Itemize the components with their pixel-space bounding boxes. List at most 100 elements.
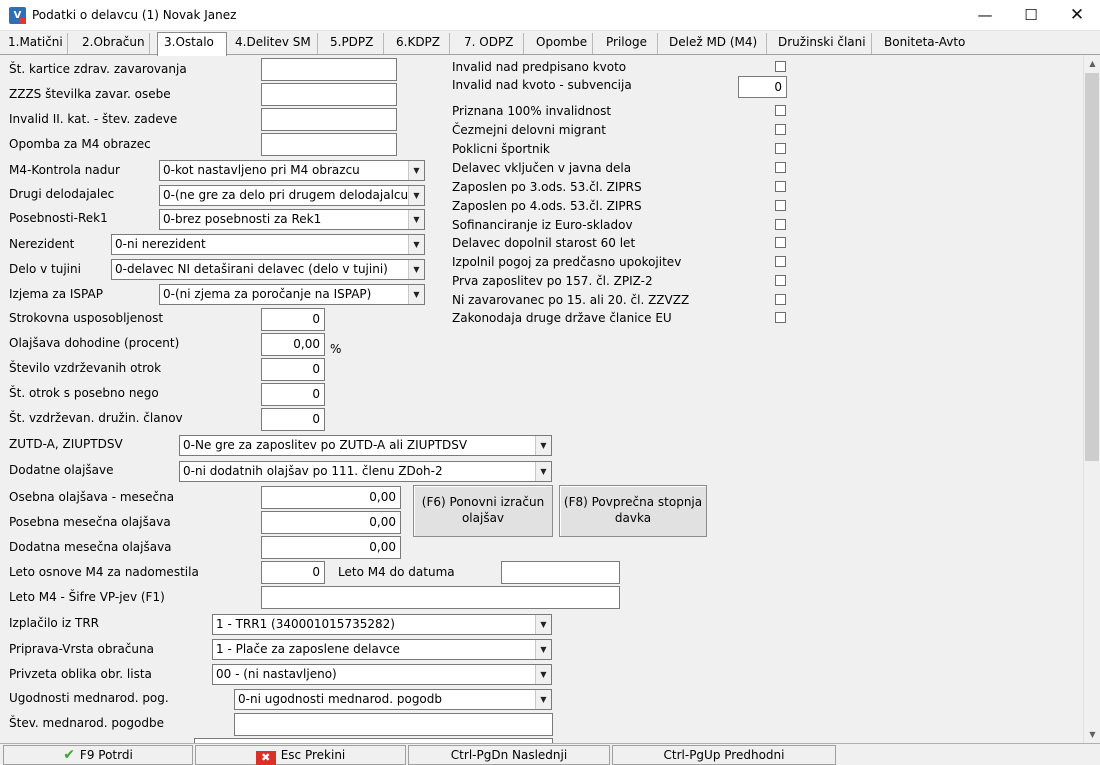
m4-kontrola-select[interactable]: 0-kot nastavljeno pri M4 obrazcu ▼ (159, 160, 425, 181)
tab-opombe[interactable]: Opombe (530, 33, 593, 54)
delo-tujini-select[interactable]: 0-delavec NI detaširani delavec (delo v … (111, 259, 425, 280)
chevron-down-icon[interactable]: ▼ (535, 690, 551, 709)
checkbox-euro-skladi[interactable] (775, 219, 786, 230)
chevron-down-icon[interactable]: ▼ (535, 462, 551, 481)
chevron-down-icon[interactable]: ▼ (535, 436, 551, 455)
druzinski-clani-field[interactable]: 0 (261, 408, 325, 431)
leto-m4-datum-field[interactable] (501, 561, 620, 584)
recalculate-button-line2: olajšav (461, 511, 505, 525)
zutd-value: 0-Ne gre za zaposlitev po ZUTD-A ali ZIU… (183, 438, 468, 452)
tab-maticni[interactable]: 1.Matični (2, 33, 68, 54)
leto-osnove-m4-field[interactable]: 0 (261, 561, 325, 584)
invalid-zadeva-field[interactable] (261, 108, 397, 131)
scrollbar-thumb[interactable] (1085, 73, 1099, 461)
kartica-zzzs-field[interactable] (261, 58, 397, 81)
chevron-down-icon[interactable]: ▼ (535, 665, 551, 684)
drugi-delodajalec-select[interactable]: 0-(ne gre za delo pri drugem delodajalcu… (159, 185, 425, 206)
confirm-button-label: F9 Potrdi (79, 748, 133, 762)
posebna-olajsava-field[interactable]: 0,00 (261, 511, 401, 534)
subvencija-field[interactable]: 0 (738, 76, 787, 98)
form-content: Št. kartice zdrav. zavarovanja ZZZS štev… (0, 55, 1083, 743)
tab-delez-md[interactable]: Delež MD (M4) (663, 33, 767, 54)
otroci-nega-field[interactable]: 0 (261, 383, 325, 406)
checkbox-cezmejni-migrant[interactable] (775, 124, 786, 135)
checkbox-ziprs-4[interactable] (775, 200, 786, 211)
strokovna-field[interactable]: 0 (261, 308, 325, 331)
tab-boniteta-avto[interactable]: Boniteta-Avto (878, 33, 978, 54)
chevron-down-icon[interactable]: ▼ (408, 186, 424, 205)
zutd-select[interactable]: 0-Ne gre za zaposlitev po ZUTD-A ali ZIU… (179, 435, 552, 456)
priprava-vrsta-value: 1 - Plače za zaposlene delavce (216, 642, 400, 656)
label-cb-9: Prva zaposlitev po 157. čl. ZPIZ-2 (452, 274, 653, 288)
privzeta-oblika-select[interactable]: 00 - (ni nastavljeno) ▼ (212, 664, 552, 685)
nerezident-select[interactable]: 0-ni nerezident ▼ (111, 234, 425, 255)
dodatne-olajsave-value: 0-ni dodatnih olajšav po 111. členu ZDoh… (183, 464, 443, 478)
zzzs-stevilka-field[interactable] (261, 83, 397, 106)
label-opomba-m4: Opomba za M4 obrazec (9, 137, 151, 151)
close-icon[interactable]: ✕ (1054, 0, 1100, 31)
privzeta-oblika-value: 00 - (ni nastavljeno) (216, 667, 337, 681)
chevron-down-icon[interactable]: ▼ (535, 640, 551, 659)
checkbox-ziprs-3[interactable] (775, 181, 786, 192)
izplacilo-trr-value: 1 - TRR1 (340001015735282) (216, 617, 395, 631)
opomba-m4-field[interactable] (261, 133, 397, 156)
confirm-button[interactable]: ✔ F9 Potrdi (3, 745, 193, 765)
tab-druzinski-clani[interactable]: Družinski člani (772, 33, 872, 54)
chevron-down-icon[interactable]: ▼ (408, 260, 424, 279)
label-cb-10: Ni zavarovanec po 15. ali 20. čl. ZZVZZ (452, 293, 690, 307)
cancel-button[interactable]: ✖ Esc Prekini (195, 745, 406, 765)
average-tax-rate-button[interactable]: (F8) Povprečna stopnja davka (559, 485, 707, 537)
chevron-down-icon[interactable]: ▼ (408, 285, 424, 304)
izjema-ispap-select[interactable]: 0-(ni zjema za poročanje na ISPAP) ▼ (159, 284, 425, 305)
checkbox-poklicni-sportnik[interactable] (775, 143, 786, 154)
tab-kdpz[interactable]: 6.KDPZ (390, 33, 450, 54)
tab-delitev-sm[interactable]: 4.Delitev SM (229, 33, 318, 54)
invalid-nad-kvoto-checkbox[interactable] (775, 61, 786, 72)
chevron-down-icon[interactable]: ▼ (408, 210, 424, 229)
scroll-up-icon[interactable]: ▲ (1084, 55, 1100, 72)
chevron-down-icon[interactable]: ▼ (408, 161, 424, 180)
checkbox-invalidnost-100[interactable] (775, 105, 786, 116)
vzdrzevani-otroci-field[interactable]: 0 (261, 358, 325, 381)
dodatne-olajsave-select[interactable]: 0-ni dodatnih olajšav po 111. členu ZDoh… (179, 461, 552, 482)
chevron-down-icon[interactable]: ▼ (408, 235, 424, 254)
previous-record-button[interactable]: Ctrl-PgUp Predhodni (612, 745, 836, 765)
label-cb-8: Izpolnil pogoj za predčasno upokojitev (452, 255, 682, 269)
tab-pdpz[interactable]: 5.PDPZ (324, 33, 384, 54)
ugodnosti-select[interactable]: 0-ni ugodnosti mednarod. pogodb ▼ (234, 689, 552, 710)
posebnosti-rek1-select[interactable]: 0-brez posebnosti za Rek1 ▼ (159, 209, 425, 230)
priprava-vrsta-select[interactable]: 1 - Plače za zaposlene delavce ▼ (212, 639, 552, 660)
label-posebnosti-rek1: Posebnosti-Rek1 (9, 211, 108, 225)
leto-m4-sifre-field[interactable] (261, 586, 620, 609)
osebna-olajsava-field[interactable]: 0,00 (261, 486, 401, 509)
checkbox-starost-60[interactable] (775, 237, 786, 248)
checkbox-zakonodaja-eu[interactable] (775, 312, 786, 323)
dodatna-olajsava-field[interactable]: 0,00 (261, 536, 401, 559)
checkbox-javna-dela[interactable] (775, 162, 786, 173)
tab-odpz[interactable]: 7. ODPZ (458, 33, 524, 54)
next-record-button[interactable]: Ctrl-PgDn Naslednji (408, 745, 610, 765)
chevron-down-icon[interactable]: ▼ (535, 615, 551, 634)
checkbox-ni-zavarovanec[interactable] (775, 294, 786, 305)
vertical-scrollbar[interactable]: ▲ ▼ (1083, 55, 1100, 743)
window-title: Podatki o delavcu (1) Novak Janez (32, 8, 237, 22)
tab-priloge[interactable]: Priloge (600, 33, 658, 54)
olajsava-procent-field[interactable]: 0,00 (261, 333, 325, 356)
label-subvencija: Invalid nad kvoto - subvencija (452, 78, 632, 92)
maximize-icon[interactable]: ☐ (1008, 0, 1054, 31)
title-bar: V Podatki o delavcu (1) Novak Janez — ☐ … (0, 0, 1100, 31)
label-posebna-olajsava: Posebna mesečna olajšava (9, 515, 171, 529)
izplacilo-trr-select[interactable]: 1 - TRR1 (340001015735282) ▼ (212, 614, 552, 635)
footer-bar: ✔ F9 Potrdi ✖ Esc Prekini Ctrl-PgDn Nasled… (0, 743, 1100, 765)
label-zzzs-stevilka: ZZZS številka zavar. osebe (9, 87, 171, 101)
checkbox-prva-zaposlitev[interactable] (775, 275, 786, 286)
scroll-down-icon[interactable]: ▼ (1084, 726, 1100, 743)
checkbox-predcasna-upokojitev[interactable] (775, 256, 786, 267)
recalculate-button[interactable]: (F6) Ponovni izračun olajšav (413, 485, 553, 537)
m4-kontrola-value: 0-kot nastavljeno pri M4 obrazcu (163, 163, 360, 177)
minimize-icon[interactable]: — (962, 0, 1008, 31)
tab-obracun[interactable]: 2.Obračun (76, 33, 150, 54)
stev-pogodbe-field[interactable] (234, 713, 553, 736)
label-dodatne-olajsave: Dodatne olajšave (9, 463, 114, 477)
tab-ostalo[interactable]: 3.Ostalo (157, 32, 227, 56)
